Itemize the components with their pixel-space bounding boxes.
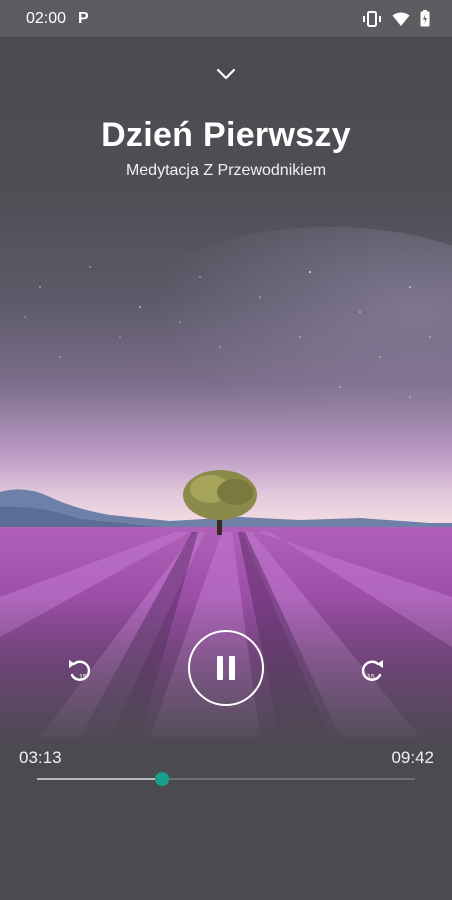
track-subtitle: Medytacja Z Przewodnikiem <box>125 162 327 179</box>
parking-app-icon: P <box>78 9 89 27</box>
pause-icon <box>217 656 235 680</box>
rewind-15-icon: 15 <box>69 660 91 681</box>
chevron-down-icon <box>216 68 236 80</box>
seek-bar-progress <box>37 778 162 780</box>
forward-seconds-label: 15 <box>367 674 375 681</box>
seek-bar-thumb[interactable] <box>154 772 169 786</box>
battery-icon <box>420 10 430 27</box>
play-pause-button[interactable] <box>188 630 264 706</box>
collapse-button[interactable] <box>214 62 238 86</box>
forward-15-button[interactable]: 15 <box>356 652 390 686</box>
forward-15-icon: 15 <box>361 660 383 681</box>
elapsed-time: 03:13 <box>19 748 62 767</box>
seek-bar[interactable] <box>37 772 415 786</box>
track-title: Dzień Pierwszy <box>101 116 351 154</box>
status-bar: 02:00 P <box>0 0 452 37</box>
wifi-icon <box>392 12 410 26</box>
status-time: 02:00 <box>26 9 67 27</box>
rewind-15-button[interactable]: 15 <box>62 652 96 686</box>
total-duration: 09:42 <box>391 748 434 767</box>
rewind-seconds-label: 15 <box>79 674 87 681</box>
vibrate-icon <box>363 10 381 27</box>
